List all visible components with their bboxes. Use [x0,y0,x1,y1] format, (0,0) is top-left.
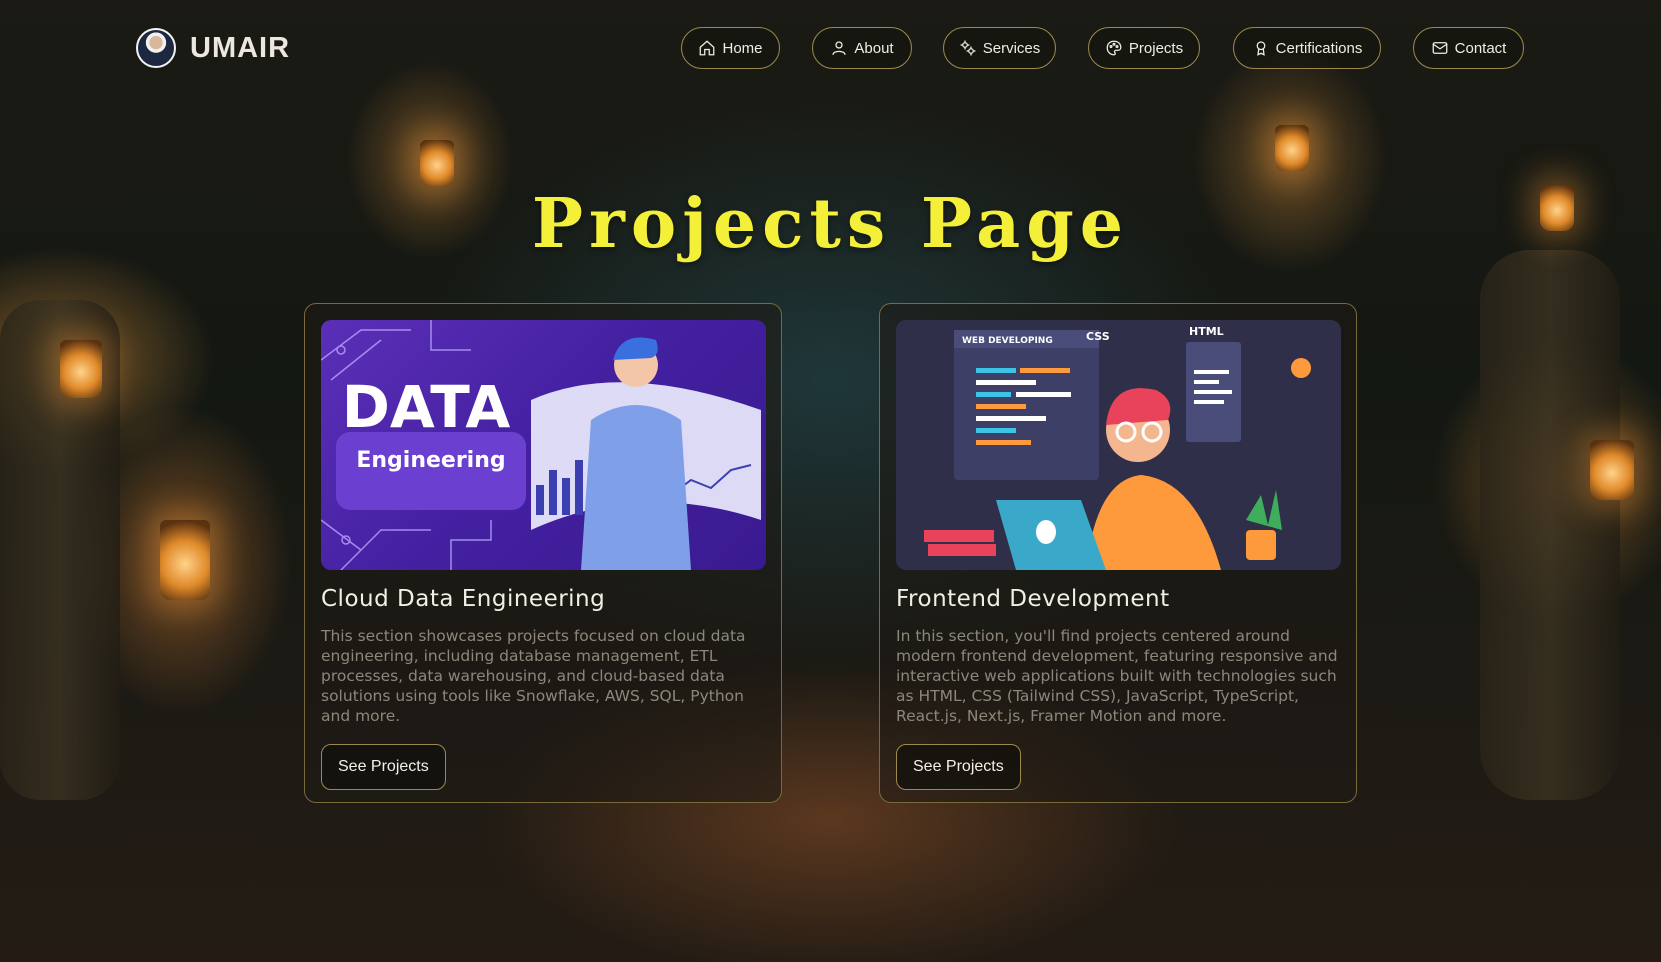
card-description: In this section, you'll find projects ce… [896,627,1338,725]
gears-icon [960,40,976,56]
nav-contact-label: Contact [1454,39,1507,57]
tree-trunk-left [0,300,120,800]
user-icon [832,41,847,55]
mail-icon [1432,42,1448,54]
nav-services-label: Services [982,39,1041,57]
lantern-decoration [420,140,454,186]
nav-certifications[interactable]: Certifications [1233,27,1381,69]
tree-trunk-right [1480,250,1620,800]
nav-services[interactable]: Services [943,27,1056,69]
data-engineering-illustration: DATA Engineering [321,320,766,570]
page-title: Projects Page [531,184,1130,264]
image-text-html: HTML [1189,325,1224,338]
nav-certifications-label: Certifications [1275,39,1363,57]
nav-contact[interactable]: Contact [1413,27,1524,69]
lantern-decoration [160,520,210,600]
brand-name: UMAIR [190,31,291,64]
nav-projects-label: Projects [1128,39,1184,57]
nav-about[interactable]: About [812,27,912,69]
see-projects-button[interactable]: See Projects [321,744,446,790]
lantern-decoration [1590,440,1634,500]
palette-icon [1106,40,1122,56]
see-projects-button[interactable]: See Projects [896,744,1021,790]
card-title: Cloud Data Engineering [321,586,606,612]
image-text-css: CSS [1086,330,1110,343]
project-card-frontend: WEB DEVELOPING CSS HTML Frontend Develop… [879,303,1357,803]
avatar [136,28,176,68]
nav-home-label: Home [722,39,763,57]
brand[interactable]: UMAIR [136,28,290,68]
lantern-decoration [1275,125,1309,171]
nav-home[interactable]: Home [681,27,780,69]
card-description: This section showcases projects focused … [321,627,746,725]
card-title: Frontend Development [896,586,1170,612]
project-card-data-engineering: DATA Engineering Cloud Data Engineering … [304,303,782,803]
nav-projects[interactable]: Projects [1088,27,1200,69]
image-text-web-developing: WEB DEVELOPING [962,336,1053,346]
lantern-decoration [60,340,102,398]
nav-about-label: About [854,39,894,57]
navbar: UMAIR Home About Services Projects Certi… [0,0,1661,96]
home-icon [700,40,715,56]
image-text-engineering: Engineering [356,448,505,473]
image-text-data: DATA [342,373,511,441]
award-icon [1256,41,1266,56]
frontend-illustration: WEB DEVELOPING CSS HTML [896,320,1341,570]
